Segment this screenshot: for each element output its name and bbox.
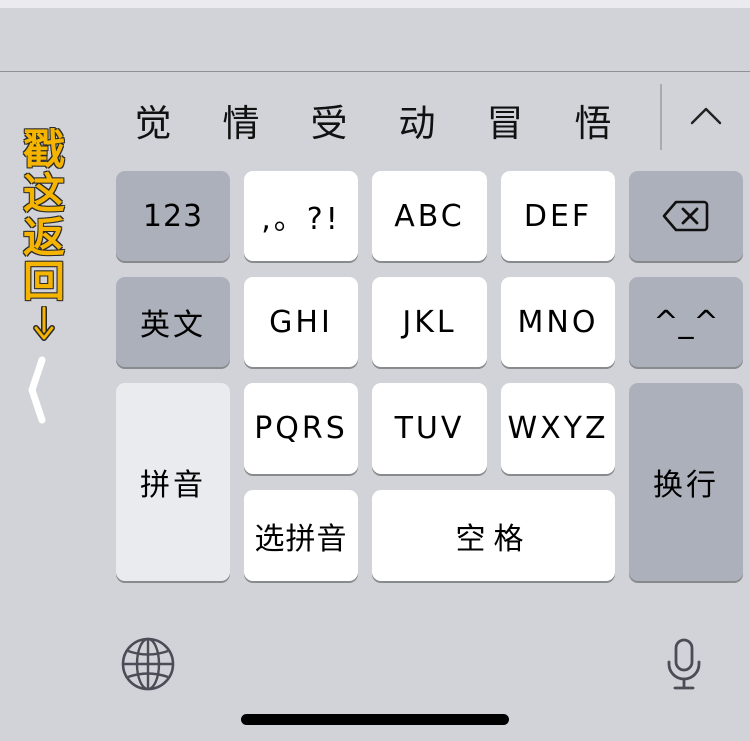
top-edge (0, 0, 750, 8)
candidate-6[interactable]: 悟 (565, 92, 621, 156)
key-123[interactable]: 123 (116, 171, 230, 261)
delete-icon (662, 200, 709, 232)
arrow-down-icon (33, 306, 55, 341)
chevron-up-icon (690, 107, 722, 125)
candidate-3[interactable]: 受 (301, 92, 357, 156)
hint-char-3: 返 (22, 213, 65, 262)
key-mno[interactable]: MNO (501, 277, 615, 367)
key-jkl[interactable]: JKL (372, 277, 487, 367)
globe-icon (121, 637, 175, 691)
key-punctuation[interactable]: ,。?! (244, 171, 358, 261)
microphone-button[interactable] (664, 636, 704, 692)
keyboard-toolbar (0, 8, 750, 71)
candidate-separator (660, 84, 662, 150)
hint-char-1: 戳 (22, 125, 65, 174)
key-wxyz[interactable]: WXYZ (501, 383, 615, 474)
hint-char-2: 这 (22, 169, 65, 218)
back-button[interactable] (22, 350, 56, 430)
toolbar-divider (0, 71, 750, 72)
key-select-pinyin[interactable]: 选拼音 (244, 490, 358, 581)
key-emoticon[interactable]: ^_^ (629, 277, 743, 367)
key-tuv[interactable]: TUV (372, 383, 487, 474)
key-pinyin[interactable]: 拼音 (116, 383, 230, 581)
return-button[interactable]: 换行 (629, 383, 743, 581)
globe-button[interactable] (120, 636, 176, 692)
candidate-1[interactable]: 觉 (125, 92, 181, 156)
delete-button[interactable] (629, 171, 743, 261)
key-english[interactable]: 英文 (116, 277, 230, 367)
space-button[interactable]: 空格 (372, 490, 615, 581)
key-pqrs[interactable]: PQRS (244, 383, 358, 474)
back-hint: 戳 这 返 回 (18, 128, 70, 342)
candidate-5[interactable]: 冒 (477, 92, 533, 156)
chevron-left-icon (28, 356, 46, 424)
hint-char-4: 回 (22, 257, 65, 306)
candidate-bar: 觉 情 受 动 冒 悟 (112, 92, 652, 156)
key-def[interactable]: DEF (501, 171, 615, 261)
home-indicator[interactable] (241, 714, 509, 725)
key-ghi[interactable]: GHI (244, 277, 358, 367)
candidate-2[interactable]: 情 (213, 92, 269, 156)
expand-candidates-button[interactable] (676, 92, 736, 142)
candidate-4[interactable]: 动 (389, 92, 445, 156)
key-abc[interactable]: ABC (372, 171, 487, 261)
microphone-icon (667, 638, 701, 690)
